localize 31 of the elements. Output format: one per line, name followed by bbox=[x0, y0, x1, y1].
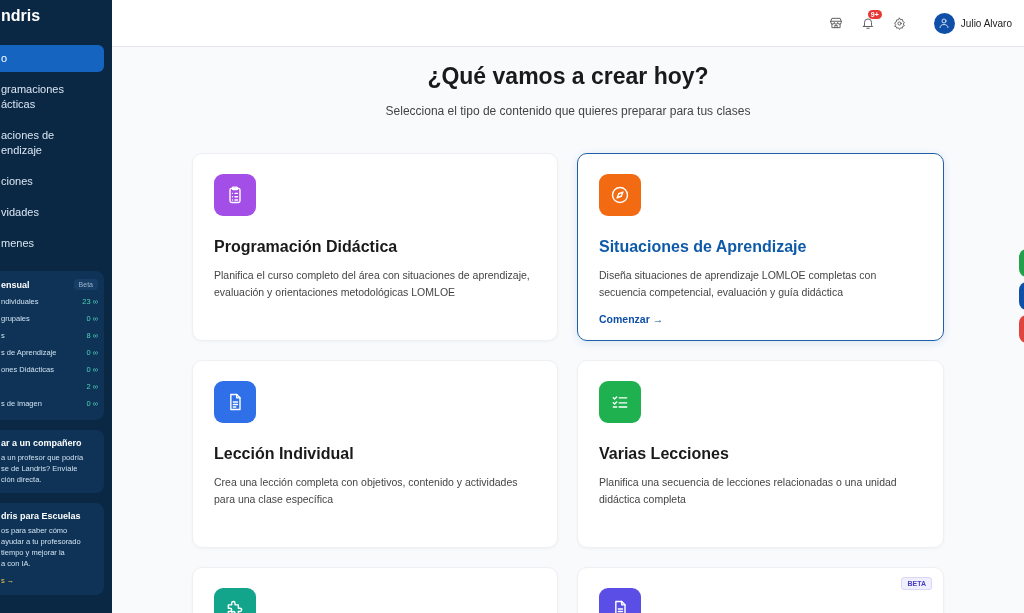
page-heading: ¿Qué vamos a crear hoy? bbox=[427, 63, 709, 90]
content-type-card[interactable]: Lección Individual Crea una lección completa con objetivos, contenido y actividades para una clase específica bbox=[192, 360, 558, 548]
card-description: Planifica el curso completo del área con situaciones de aprendizaje, evaluación y orientaciones metodológicas LOMLOE bbox=[214, 268, 531, 300]
store-icon[interactable] bbox=[828, 16, 843, 30]
card-title: Lección Individual bbox=[214, 445, 354, 463]
card-description: Planifica una secuencia de lecciones relacionadas o una unidad didáctica completa bbox=[599, 475, 898, 507]
sidebar-item[interactable]: menes bbox=[0, 230, 104, 257]
user-icon bbox=[938, 17, 951, 29]
promo-title: dris para Escuelas bbox=[1, 511, 82, 521]
content-type-card[interactable]: Programación Didáctica Planifica el curso completo del área con situaciones de aprendizaje, evaluación y orientaciones metodológicas LOMLOE bbox=[192, 153, 558, 341]
user-name[interactable]: Julio Alvaro bbox=[960, 17, 1012, 29]
promo-title: ar a un compañero bbox=[1, 438, 83, 448]
start-link[interactable]: Comenzar → bbox=[599, 313, 664, 325]
card-description: Diseña situaciones de aprendizaje LOMLOE completas con secuencia competencial, evaluación y guía didáctica bbox=[599, 268, 878, 300]
card-title: Situaciones de Aprendizaje bbox=[599, 238, 807, 256]
usage-title: ensual bbox=[1, 279, 30, 290]
bell-icon[interactable] bbox=[860, 16, 875, 30]
sidebar-item[interactable]: vidades bbox=[0, 199, 104, 226]
sidebar-item[interactable]: ciones bbox=[0, 168, 104, 195]
card-description: Crea una lección completa con objetivos, contenido y actividades para una clase específica bbox=[214, 475, 519, 507]
settings-icon[interactable] bbox=[892, 16, 906, 30]
card-title: Varias Lecciones bbox=[599, 445, 729, 463]
page-subheading: Selecciona el tipo de contenido que quieres preparar para tus clases bbox=[385, 104, 751, 118]
content-type-card[interactable]: Varias Lecciones Planifica una secuencia de lecciones relacionadas o una unidad didáctica completa bbox=[577, 360, 944, 548]
user-avatar[interactable] bbox=[933, 12, 955, 34]
card-title: Programación Didáctica bbox=[214, 238, 398, 256]
sidebar-item[interactable]: aciones de endizaje bbox=[0, 122, 104, 164]
app-logo[interactable]: ndris bbox=[0, 0, 112, 31]
sidebar-item[interactable]: gramaciones ácticas bbox=[0, 76, 104, 118]
sidebar-item[interactable]: o bbox=[0, 45, 104, 72]
content-type-card[interactable]: Situaciones de Aprendizaje Diseña situaciones de aprendizaje LOMLOE completas con secuencia competencial, evaluación y guía didáctica Comenzar → bbox=[577, 153, 944, 341]
